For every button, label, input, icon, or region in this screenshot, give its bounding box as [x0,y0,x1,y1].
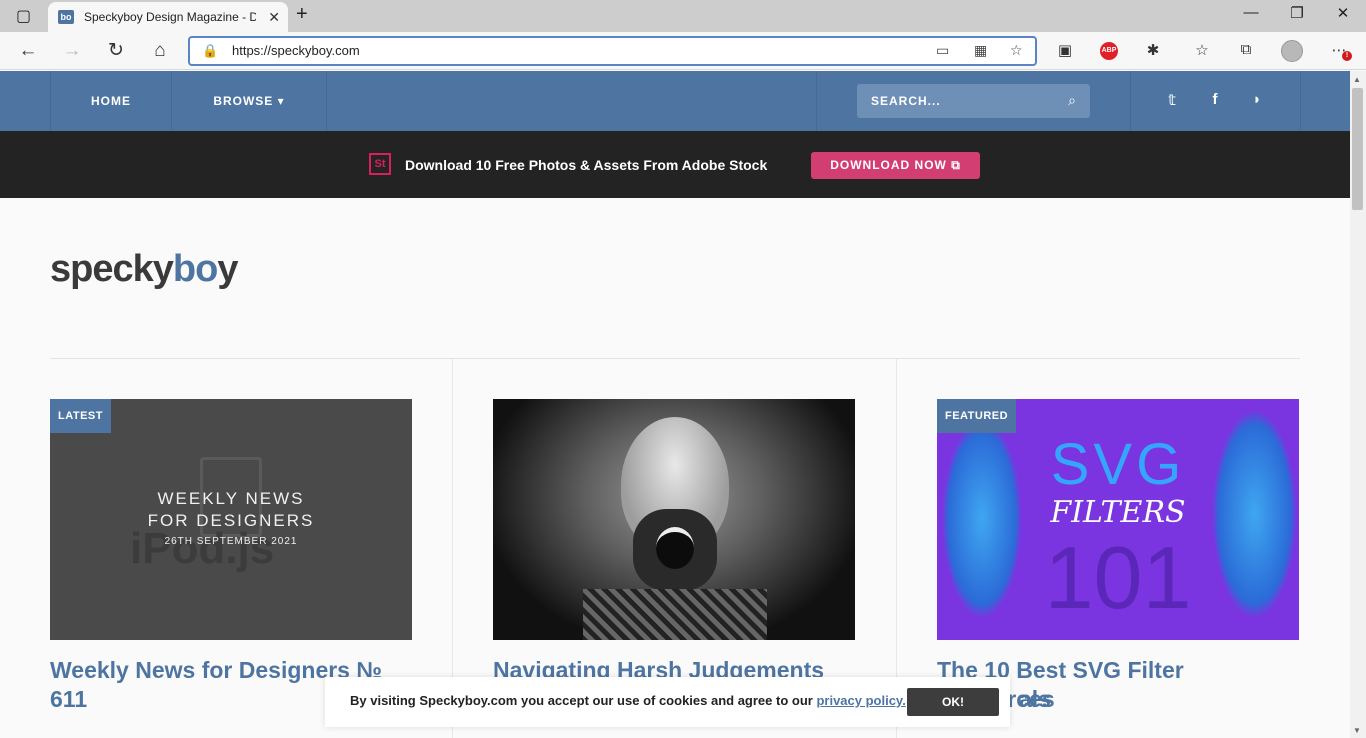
close-window-icon[interactable]: ✕ [1328,4,1358,22]
collections-icon[interactable]: ▣ [1053,41,1077,59]
promo-banner: St Download 10 Free Photos & Assets From… [0,131,1350,198]
card-image-weekly-news[interactable]: iPod.js WEEKLY NEWS FOR DESIGNERS 26TH S… [50,399,412,640]
image-heading: WEEKLY NEWS [157,489,305,508]
nav-browse[interactable]: BROWSE ▾ [171,71,327,131]
cookie-message: By visiting Speckyboy.com you accept our… [350,693,906,708]
browser-tab[interactable]: bo Speckyboy Design Magazine - De ✕ [48,2,288,32]
mouth-shape [656,527,694,569]
tab-title: Speckyboy Design Magazine - De [84,10,256,24]
image-heading: SVG [1050,432,1186,497]
new-tab-icon[interactable]: + [296,3,308,26]
cookie-message-text: By visiting Speckyboy.com you accept our… [350,693,817,708]
restore-icon[interactable]: ❐ [1282,4,1312,22]
nav-divider [1300,71,1301,131]
logo-text: specky [50,248,174,290]
logo-text-accent: bo [172,248,218,290]
divider [50,358,1300,359]
facebook-icon[interactable]: f [1204,91,1226,108]
notification-badge: ! [1342,51,1352,61]
extensions-icon[interactable]: ✱ [1141,41,1165,59]
profile-avatar[interactable] [1281,40,1303,62]
nav-divider [1130,71,1131,131]
download-now-button[interactable]: DOWNLOAD NOW ⧉ [811,152,980,179]
privacy-policy-link[interactable]: privacy policy. [816,693,905,708]
apps-icon[interactable]: ▦ [974,42,987,59]
url-text[interactable]: https://speckyboy.com [232,43,360,58]
back-icon[interactable]: ← [15,38,41,64]
card-title-continued[interactable]: als [1019,685,1099,714]
badge-latest: LATEST [50,399,111,433]
address-bar[interactable]: 🔒 https://speckyboy.com ▭ ▦ ☆ [188,36,1037,66]
shirt-shape [583,589,767,640]
image-heading-2: FOR DESIGNERS [147,511,315,530]
logo-text-end: y [217,248,238,290]
cookie-banner: By visiting Speckyboy.com you accept our… [325,677,1010,727]
nav-home[interactable]: HOME [50,71,171,131]
forward-icon[interactable]: → [59,38,85,64]
scroll-up-icon[interactable]: ▲ [1353,75,1361,84]
site-nav: HOME BROWSE ▾ SEARCH... ⌕ 𝕥 f ◗ [0,71,1350,131]
favorites-icon[interactable]: ☆ [1190,41,1214,59]
adblock-icon[interactable]: ABP [1100,42,1118,60]
cookie-ok-button[interactable]: OK! [907,688,999,716]
site-logo[interactable]: speckyboy [50,248,238,291]
minimize-icon[interactable]: — [1236,4,1266,21]
scroll-down-icon[interactable]: ▼ [1353,726,1361,735]
browser-tab-strip: ▢ bo Speckyboy Design Magazine - De ✕ + … [0,0,1366,32]
tab-actions-icon[interactable]: ▢ [16,6,31,26]
adobe-stock-logo: St [369,153,391,175]
card-image-svg-filters[interactable]: SVG FILTERS 101 FEATURED [937,399,1299,640]
badge-featured: FEATURED [937,399,1017,433]
image-subheading: FILTERS [1050,495,1186,530]
image-date: 26TH SEPTEMBER 2021 [164,536,298,547]
bg-text: iPod.js [130,524,275,573]
rss-icon[interactable]: ◗ [1246,91,1268,108]
image-number: 101 [1044,528,1192,627]
home-icon[interactable]: ⌂ [147,38,173,64]
browser-toolbar: ← → ↻ ⌂ 🔒 https://speckyboy.com ▭ ▦ ☆ ▣ … [0,32,1366,70]
promo-text: Download 10 Free Photos & Assets From Ad… [405,157,768,173]
close-tab-icon[interactable]: ✕ [268,9,280,26]
site-search[interactable]: SEARCH... ⌕ [857,84,1090,118]
favorite-add-icon[interactable]: ☆ [1010,42,1023,59]
collections-add-icon[interactable]: ⧉ [1234,41,1258,58]
card-image-portrait[interactable] [493,399,855,640]
nav-divider [816,71,817,131]
scrollbar-thumb[interactable] [1352,88,1363,210]
refresh-icon[interactable]: ↻ [103,38,129,64]
search-input[interactable]: SEARCH... [871,94,941,108]
search-icon[interactable]: ⌕ [1068,92,1076,109]
lock-icon[interactable]: 🔒 [202,43,218,59]
page-viewport: HOME BROWSE ▾ SEARCH... ⌕ 𝕥 f ◗ St Downl… [0,71,1350,738]
twitter-icon[interactable]: 𝕥 [1161,91,1183,109]
favicon: bo [58,10,74,24]
device-icon[interactable]: ▭ [936,42,949,59]
